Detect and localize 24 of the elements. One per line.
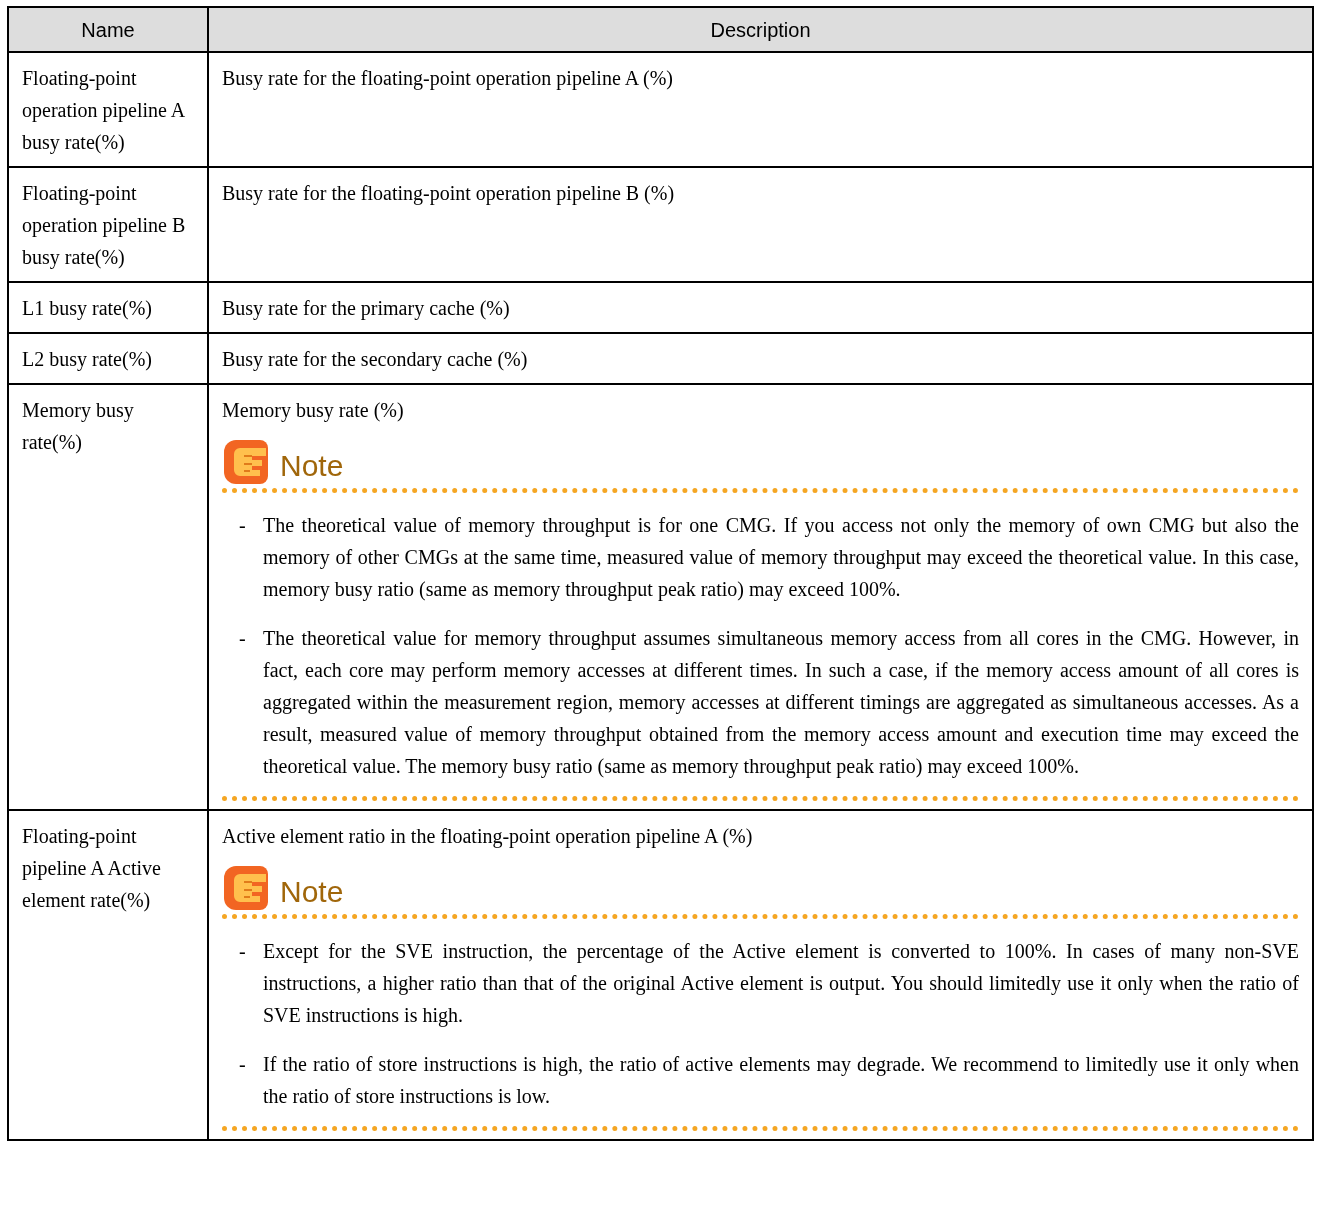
description-text: Busy rate for the floating-point operation pipeline B (%) <box>222 181 676 207</box>
note-heading: Note <box>280 448 344 484</box>
bullet-dash: - <box>239 939 247 964</box>
note-text: If the ratio of store instructions is high, the ratio of active elements may degrade. We recommend to limitedly use it only when the ratio of store instructions is low. <box>263 1052 1299 1109</box>
table-cell: Memory busy rate(%) <box>8 384 208 810</box>
table-cell: Floating-point pipeline A Active element rate(%) <box>8 810 208 1140</box>
table-cell: L1 busy rate(%) <box>8 282 208 333</box>
table-cell: Floating-point operation pipeline A busy rate(%) <box>8 52 208 167</box>
table-cell: Floating-point operation pipeline B busy rate(%) <box>8 167 208 282</box>
description-text: Busy rate for the floating-point operation pipeline A (%) <box>222 66 674 92</box>
note-text: The theoretical value of memory throughput is for one CMG. If you access not only the memory of own CMG but also the memory of other CMGs at the same time, measured value of memory throughput may exceed the theoretical value. In this case, memory busy ratio (same as memory throughput peak ratio) may exceed 100%. <box>263 513 1299 603</box>
note-text: The theoretical value for memory throughput assumes simultaneous memory access from all cores in the CMG. However, in fact, each core may perform memory accesses at different times. In such a case, if the memory access amount of all cores is aggregated within the measurement region, memory accesses at different timings are aggregated as simultaneous accesses. As a result, measured value of memory throughput obtained from the memory access amount and execution time may exceed the theoretical value. The memory busy ratio (same as memory throughput peak ratio) may exceed 100%. <box>263 626 1299 780</box>
description-text: Memory busy rate (%) <box>222 398 405 424</box>
note-heading: Note <box>280 874 344 910</box>
bullet-dash: - <box>239 626 247 651</box>
table-cell: L2 busy rate(%) <box>8 333 208 384</box>
note-text: Except for the SVE instruction, the percentage of the Active element is converted to 100%. In cases of many non-SVE instructions, a higher ratio than that of the original Active element is output. You should limitedly use it only when the ratio of SVE instructions is high. <box>263 939 1299 1029</box>
bullet-dash: - <box>239 513 247 538</box>
description-text: Busy rate for the primary cache (%) <box>222 296 511 322</box>
column-header: Description <box>208 7 1313 52</box>
column-header: Name <box>8 7 208 52</box>
bullet-dash: - <box>239 1052 247 1077</box>
description-text: Active element ratio in the floating-point operation pipeline A (%) <box>222 824 754 850</box>
description-text: Busy rate for the secondary cache (%) <box>222 347 529 373</box>
